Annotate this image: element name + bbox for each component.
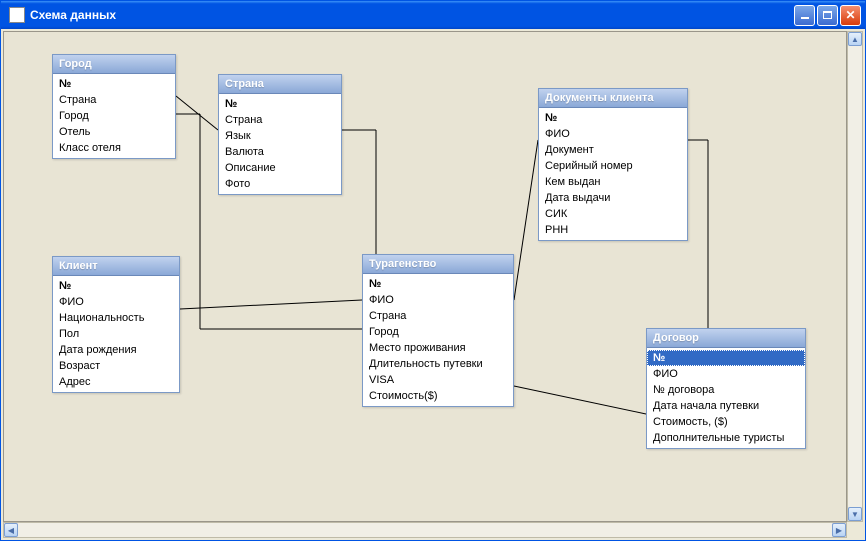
- field[interactable]: Дата рождения: [53, 342, 179, 358]
- table-header[interactable]: Документы клиента: [539, 89, 687, 108]
- minimize-button[interactable]: [794, 5, 815, 26]
- field-pk-selected[interactable]: №: [647, 350, 805, 366]
- field[interactable]: Дата выдачи: [539, 190, 687, 206]
- table-body: № ФИО № договора Дата начала путевки Сто…: [647, 348, 805, 448]
- field-pk[interactable]: №: [219, 96, 341, 112]
- table-strana[interactable]: Страна № Страна Язык Валюта Описание Фот…: [218, 74, 342, 195]
- table-dogovor[interactable]: Договор № ФИО № договора Дата начала пут…: [646, 328, 806, 449]
- field[interactable]: Язык: [219, 128, 341, 144]
- field[interactable]: Фото: [219, 176, 341, 192]
- field-pk[interactable]: №: [53, 278, 179, 294]
- field[interactable]: Город: [53, 108, 175, 124]
- field[interactable]: VISA: [363, 372, 513, 388]
- field[interactable]: № договора: [647, 382, 805, 398]
- table-klient[interactable]: Клиент № ФИО Национальность Пол Дата рож…: [52, 256, 180, 393]
- field[interactable]: Кем выдан: [539, 174, 687, 190]
- vertical-scrollbar[interactable]: ▲ ▼: [847, 31, 863, 522]
- scroll-corner: [847, 522, 863, 538]
- table-turagentstvo[interactable]: Турагенство № ФИО Страна Город Место про…: [362, 254, 514, 407]
- field-pk[interactable]: №: [539, 110, 687, 126]
- field[interactable]: Дополнительные туристы: [647, 430, 805, 446]
- field[interactable]: Класс отеля: [53, 140, 175, 156]
- window-controls: ✕: [794, 5, 861, 26]
- canvas-area: Город № Страна Город Отель Класс отеля С…: [1, 29, 865, 540]
- close-button[interactable]: ✕: [840, 5, 861, 26]
- field[interactable]: Длительность путевки: [363, 356, 513, 372]
- field[interactable]: Страна: [53, 92, 175, 108]
- field[interactable]: Стоимость, ($): [647, 414, 805, 430]
- field[interactable]: РНН: [539, 222, 687, 238]
- window-title: Схема данных: [30, 8, 794, 22]
- table-header[interactable]: Страна: [219, 75, 341, 94]
- table-header[interactable]: Турагенство: [363, 255, 513, 274]
- field[interactable]: Валюта: [219, 144, 341, 160]
- app-icon: [9, 7, 25, 23]
- field[interactable]: Место проживания: [363, 340, 513, 356]
- field[interactable]: ФИО: [647, 366, 805, 382]
- table-body: № ФИО Национальность Пол Дата рождения В…: [53, 276, 179, 392]
- field[interactable]: Серийный номер: [539, 158, 687, 174]
- field[interactable]: Документ: [539, 142, 687, 158]
- field[interactable]: Дата начала путевки: [647, 398, 805, 414]
- horizontal-scrollbar[interactable]: ◀ ▶: [3, 522, 847, 538]
- field[interactable]: Пол: [53, 326, 179, 342]
- scroll-left-button[interactable]: ◀: [4, 523, 18, 537]
- scroll-right-button[interactable]: ▶: [832, 523, 846, 537]
- scroll-down-button[interactable]: ▼: [848, 507, 862, 521]
- field[interactable]: Отель: [53, 124, 175, 140]
- field[interactable]: Страна: [219, 112, 341, 128]
- field[interactable]: Город: [363, 324, 513, 340]
- table-gorod[interactable]: Город № Страна Город Отель Класс отеля: [52, 54, 176, 159]
- table-header[interactable]: Договор: [647, 329, 805, 348]
- relationships-window: Схема данных ✕: [0, 0, 866, 541]
- field-pk[interactable]: №: [53, 76, 175, 92]
- field[interactable]: ФИО: [539, 126, 687, 142]
- field[interactable]: Возраст: [53, 358, 179, 374]
- table-header[interactable]: Город: [53, 55, 175, 74]
- table-body: № Страна Язык Валюта Описание Фото: [219, 94, 341, 194]
- field[interactable]: Страна: [363, 308, 513, 324]
- field[interactable]: Адрес: [53, 374, 179, 390]
- field[interactable]: ФИО: [53, 294, 179, 310]
- relationships-canvas[interactable]: Город № Страна Город Отель Класс отеля С…: [3, 31, 847, 522]
- table-body: № ФИО Страна Город Место проживания Длит…: [363, 274, 513, 406]
- maximize-button[interactable]: [817, 5, 838, 26]
- titlebar[interactable]: Схема данных ✕: [1, 1, 865, 29]
- scroll-up-button[interactable]: ▲: [848, 32, 862, 46]
- table-body: № Страна Город Отель Класс отеля: [53, 74, 175, 158]
- table-header[interactable]: Клиент: [53, 257, 179, 276]
- field[interactable]: СИК: [539, 206, 687, 222]
- field-pk[interactable]: №: [363, 276, 513, 292]
- field[interactable]: Описание: [219, 160, 341, 176]
- field[interactable]: Стоимость($): [363, 388, 513, 404]
- field[interactable]: Национальность: [53, 310, 179, 326]
- table-dokumenty[interactable]: Документы клиента № ФИО Документ Серийны…: [538, 88, 688, 241]
- field[interactable]: ФИО: [363, 292, 513, 308]
- table-body: № ФИО Документ Серийный номер Кем выдан …: [539, 108, 687, 240]
